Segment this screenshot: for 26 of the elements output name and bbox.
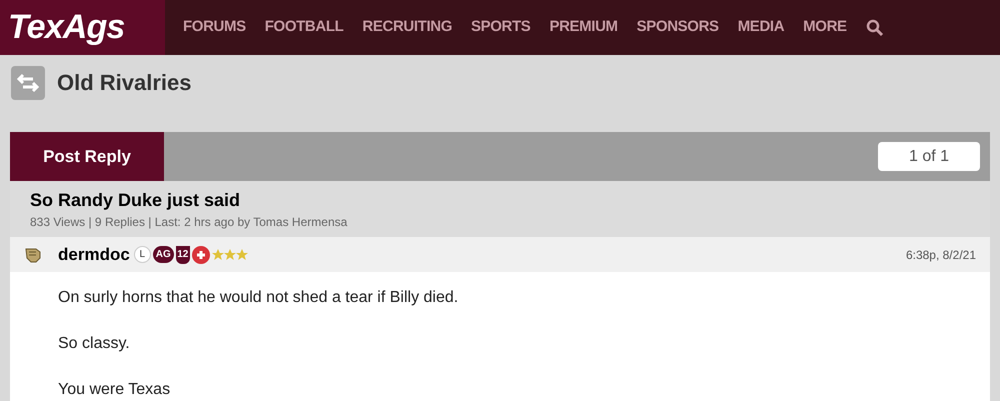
nav-link[interactable]: SPONSORS (636, 16, 719, 39)
thread-title: So Randy Duke just said (30, 189, 242, 212)
star-icon (224, 248, 236, 260)
ag-badge: AG (152, 246, 174, 263)
thread-meta: 833 Views | 9 Replies | Last: 2 hrs ago by Tomas Hermensa (30, 214, 348, 230)
nav-link[interactable]: RECRUITING (362, 16, 452, 39)
post-text: So classy. (58, 334, 131, 354)
nav-link[interactable]: PREMIUM (549, 16, 618, 39)
nav-link[interactable]: FOOTBALL (264, 16, 344, 39)
nav-link[interactable]: SPORTS (471, 16, 530, 39)
author-name[interactable]: dermdoc (58, 242, 130, 268)
post-time: 6:38p, 8/2/21 (906, 246, 976, 264)
nav-link[interactable]: MORE (803, 16, 847, 39)
nav-link[interactable]: MEDIA (738, 16, 784, 39)
post-reply-button[interactable]: Post Reply (10, 132, 164, 181)
badge-l: L (134, 246, 151, 263)
twelfth-man-badge: 12 (176, 246, 190, 264)
post-text: On surly horns that he would not shed a tear if Billy died. (58, 288, 460, 308)
pagination-indicator[interactable]: 1 of 1 (878, 142, 980, 171)
forum-title: Old Rivalries (57, 69, 192, 97)
cross-badge-icon (192, 246, 210, 264)
star-icon (212, 248, 224, 260)
nav-link[interactable]: FORUMS (183, 16, 246, 39)
star-icon (236, 248, 248, 260)
search-icon[interactable] (866, 18, 884, 36)
post-text: You were Texas (58, 380, 172, 400)
